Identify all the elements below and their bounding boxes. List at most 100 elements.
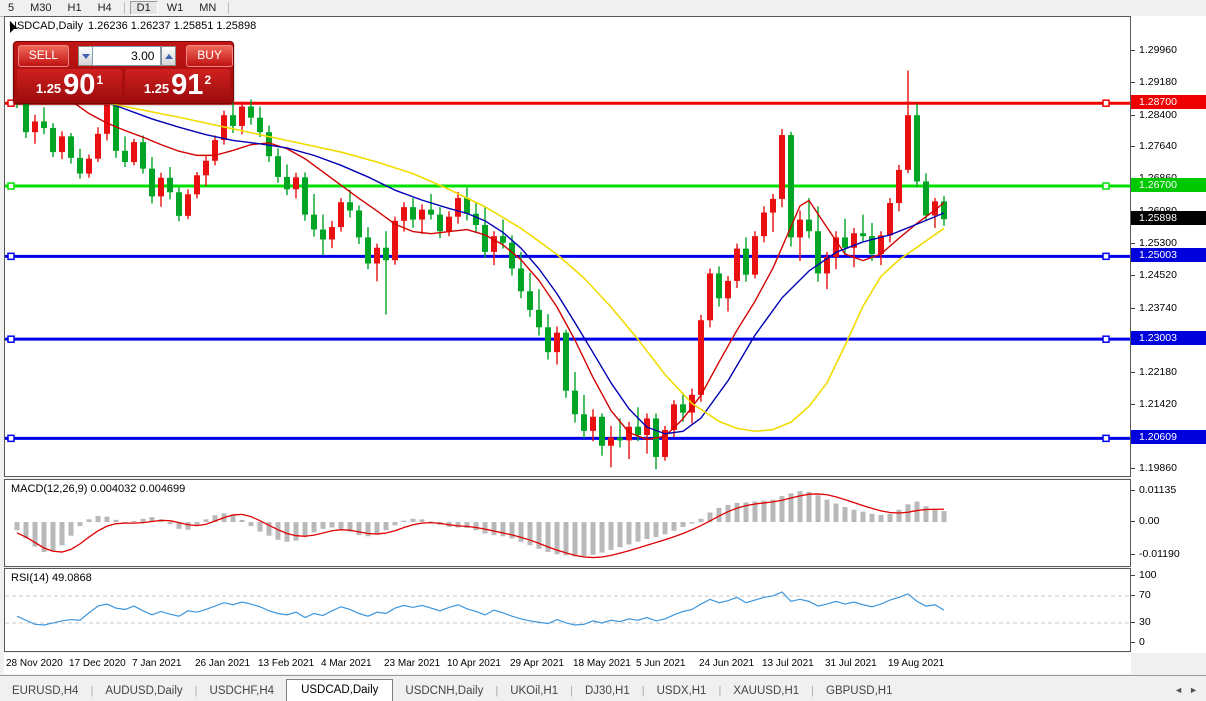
tab-scroll-right-icon[interactable]: ► [1189, 685, 1198, 695]
candle-body [518, 268, 524, 291]
candle-body [383, 248, 389, 260]
price-tag: 1.25003 [1131, 248, 1206, 262]
macd-histogram-bar [78, 522, 83, 526]
macd-axis-tick: 0.00 [1131, 515, 1206, 528]
tab-ukoil-h1[interactable]: UKOil,H1 [498, 681, 570, 701]
macd-histogram-bar [663, 522, 668, 534]
candle-body [284, 177, 290, 189]
rsi-panel[interactable]: RSI(14) 49.0868 [4, 568, 1131, 652]
macd-histogram-bar [186, 522, 191, 530]
date-label: 10 Apr 2021 [447, 658, 501, 669]
sell-button[interactable]: SELL [18, 45, 69, 67]
line-handle[interactable] [8, 435, 14, 441]
ohlc-values: 1.26236 1.26237 1.25851 1.25898 [88, 20, 256, 32]
macd-axis-tick: 0.01135 [1131, 484, 1206, 497]
macd-histogram-bar [69, 522, 74, 536]
candle-body [140, 142, 146, 169]
candle-body [725, 281, 731, 298]
macd-histogram-bar [834, 503, 839, 522]
mt4-window: 5M30H1H4 D1W1MN USDCAD,Daily 1.26236 1.26… [0, 0, 1206, 701]
macd-histogram-bar [519, 522, 524, 542]
price-axis[interactable]: 1.299601.291801.284001.276401.268601.260… [1131, 16, 1206, 653]
tab-audusd-daily[interactable]: AUDUSD,Daily [93, 681, 194, 701]
candle-body [248, 107, 254, 118]
sell-price-small: 1.25 [36, 81, 61, 96]
macd-axis-tick: -0.01190 [1131, 548, 1206, 561]
price-tick: 1.23740 [1131, 302, 1206, 315]
tab-usdcad-daily[interactable]: USDCAD,Daily [286, 679, 393, 701]
volume-increase-button[interactable] [161, 46, 176, 66]
price-tick: 1.27640 [1131, 140, 1206, 153]
macd-histogram-bar [600, 522, 605, 553]
tab-eurusd-h4[interactable]: EURUSD,H4 [0, 681, 90, 701]
date-label: 13 Jul 2021 [762, 658, 814, 669]
candle-body [23, 102, 29, 132]
rsi-chart[interactable] [5, 569, 1130, 651]
timeframe-button-m30[interactable]: M30 [23, 1, 58, 15]
tab-scroll-left-icon[interactable]: ◄ [1174, 685, 1183, 695]
candle-body [860, 233, 866, 236]
chart-tabs: EURUSD,H4|AUDUSD,Daily|USDCHF,H4USDCAD,D… [0, 675, 1206, 701]
timeframe-button-mn[interactable]: MN [192, 1, 223, 15]
line-handle[interactable] [1103, 183, 1109, 189]
line-handle[interactable] [8, 183, 14, 189]
candle-body [815, 231, 821, 273]
date-label: 28 Nov 2020 [6, 658, 63, 669]
buy-price-display[interactable]: 1.25 91 2 [125, 69, 230, 100]
macd-histogram-bar [420, 519, 425, 522]
rsi-axis-tick: 30 [1131, 616, 1206, 629]
main-chart-panel[interactable]: USDCAD,Daily 1.26236 1.26237 1.25851 1.2… [4, 16, 1131, 477]
line-handle[interactable] [1103, 435, 1109, 441]
candle-body [104, 105, 110, 134]
tab-usdcnh-daily[interactable]: USDCNH,Daily [393, 681, 495, 701]
sell-price-big: 90 [63, 72, 95, 99]
timeframe-button-h1[interactable]: H1 [61, 1, 89, 15]
candle-body [680, 404, 686, 412]
candle-body [842, 237, 848, 247]
price-tick: 1.21420 [1131, 398, 1206, 411]
macd-histogram-bar [573, 522, 578, 556]
candle-body [212, 140, 218, 161]
candle-body [905, 115, 911, 170]
candle-body [275, 156, 281, 177]
timeframe-button-h4[interactable]: H4 [91, 1, 119, 15]
candle-body [410, 207, 416, 219]
tab-dj30-h1[interactable]: DJ30,H1 [573, 681, 642, 701]
candle-body [590, 417, 596, 431]
candle-body [473, 214, 479, 225]
buy-price-small: 1.25 [144, 81, 169, 96]
time-axis[interactable]: 28 Nov 202017 Dec 20207 Jan 202126 Jan 2… [4, 653, 1131, 674]
chart-area: USDCAD,Daily 1.26236 1.26237 1.25851 1.2… [4, 16, 1131, 674]
line-handle[interactable] [1103, 100, 1109, 106]
tab-usdchf-h4[interactable]: USDCHF,H4 [198, 681, 287, 701]
macd-histogram-bar [699, 519, 704, 522]
tab-gbpusd-h1[interactable]: GBPUSD,H1 [814, 681, 904, 701]
candle-body [329, 227, 335, 239]
sell-price-display[interactable]: 1.25 90 1 [17, 69, 122, 100]
candle-body [455, 198, 461, 217]
macd-histogram-bar [726, 505, 731, 522]
buy-price-big: 91 [171, 72, 203, 99]
line-handle[interactable] [1103, 336, 1109, 342]
macd-histogram-bar [492, 522, 497, 535]
line-handle[interactable] [8, 336, 14, 342]
tab-xauusd-h1[interactable]: XAUUSD,H1 [721, 681, 811, 701]
volume-input[interactable] [92, 46, 161, 66]
macd-histogram-bar [771, 500, 776, 522]
macd-histogram-bar [690, 522, 695, 523]
timeframe-button-d1[interactable]: D1 [130, 1, 158, 15]
line-handle[interactable] [8, 253, 14, 259]
timeframe-toolbar: 5M30H1H4 D1W1MN [0, 0, 1206, 17]
volume-decrease-button[interactable] [78, 46, 93, 66]
buy-button[interactable]: BUY [186, 45, 233, 67]
macd-panel[interactable]: MACD(12,26,9) 0.004032 0.004699 [4, 479, 1131, 567]
candle-body [716, 273, 722, 298]
tab-usdx-h1[interactable]: USDX,H1 [645, 681, 719, 701]
macd-histogram-bar [852, 510, 857, 522]
timeframe-button-5[interactable]: 5 [1, 1, 21, 15]
candle-body [707, 273, 713, 320]
timeframe-button-w1[interactable]: W1 [160, 1, 191, 15]
line-handle[interactable] [1103, 253, 1109, 259]
price-tick: 1.29960 [1131, 44, 1206, 57]
macd-histogram-bar [924, 506, 929, 522]
